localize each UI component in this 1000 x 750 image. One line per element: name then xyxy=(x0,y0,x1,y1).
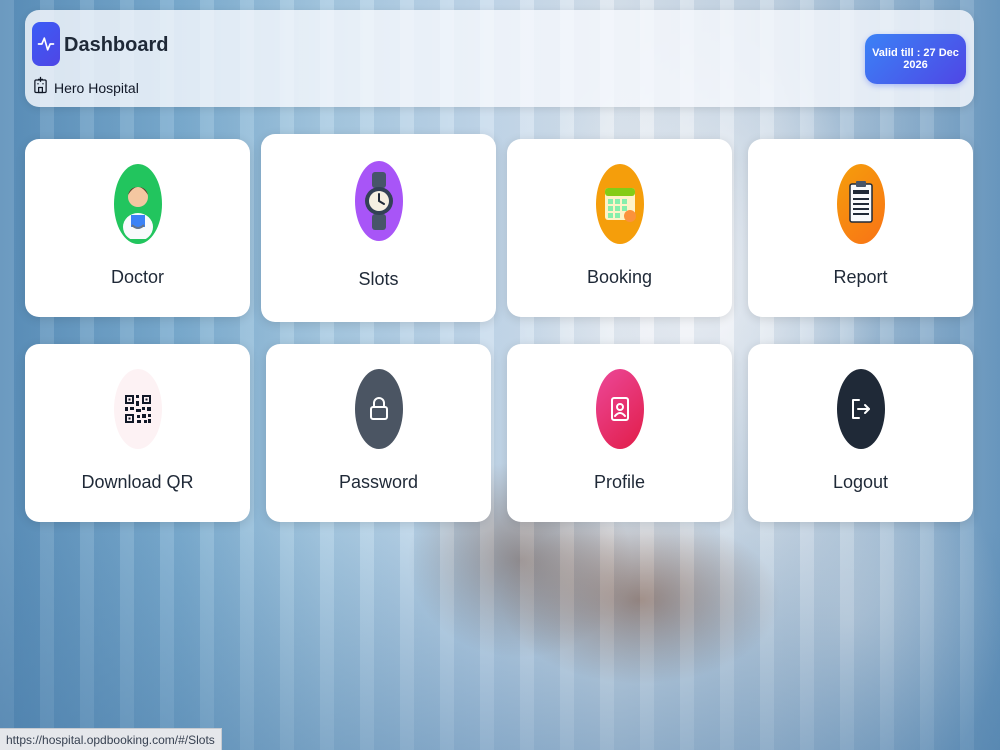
calendar-icon xyxy=(595,164,644,244)
slots-tile[interactable]: Slots xyxy=(261,134,496,322)
hospital-info: Hero Hospital xyxy=(33,76,139,99)
doctor-icon xyxy=(113,164,162,244)
tile-label: Report xyxy=(833,267,888,287)
hospital-building-icon xyxy=(33,76,48,99)
dashboard-header: Dashboard Hero Hospital Valid till : 27 … xyxy=(25,10,974,107)
tile-label: Slots xyxy=(358,269,399,289)
tile-label: Logout xyxy=(832,472,889,492)
logout-tile[interactable]: Logout xyxy=(748,344,973,522)
tile-label: Profile xyxy=(593,472,646,492)
id-badge-icon xyxy=(595,369,644,449)
download-qr-tile[interactable]: Download QR xyxy=(25,344,250,522)
logout-icon xyxy=(836,369,885,449)
tile-label: Booking xyxy=(586,267,653,287)
password-tile[interactable]: Password xyxy=(266,344,491,522)
hospital-name: Hero Hospital xyxy=(54,79,139,96)
lock-icon xyxy=(354,369,403,449)
watch-icon xyxy=(354,161,403,241)
status-bar-url: https://hospital.opdbooking.com/#/Slots xyxy=(0,728,222,750)
validity-badge: Valid till : 27 Dec 2026 xyxy=(865,34,966,84)
tile-label: Doctor xyxy=(110,267,164,287)
doctor-tile[interactable]: Doctor xyxy=(25,139,250,317)
booking-tile[interactable]: Booking xyxy=(507,139,732,317)
page-title: Dashboard xyxy=(64,34,169,56)
tile-label: Download QR xyxy=(81,472,194,492)
report-tile[interactable]: Report xyxy=(748,139,973,317)
qr-code-icon xyxy=(113,369,162,449)
activity-pulse-icon xyxy=(32,22,60,66)
background-floor xyxy=(0,530,1000,750)
profile-tile[interactable]: Profile xyxy=(507,344,732,522)
tile-label: Password xyxy=(338,472,419,492)
clipboard-report-icon xyxy=(836,164,885,244)
